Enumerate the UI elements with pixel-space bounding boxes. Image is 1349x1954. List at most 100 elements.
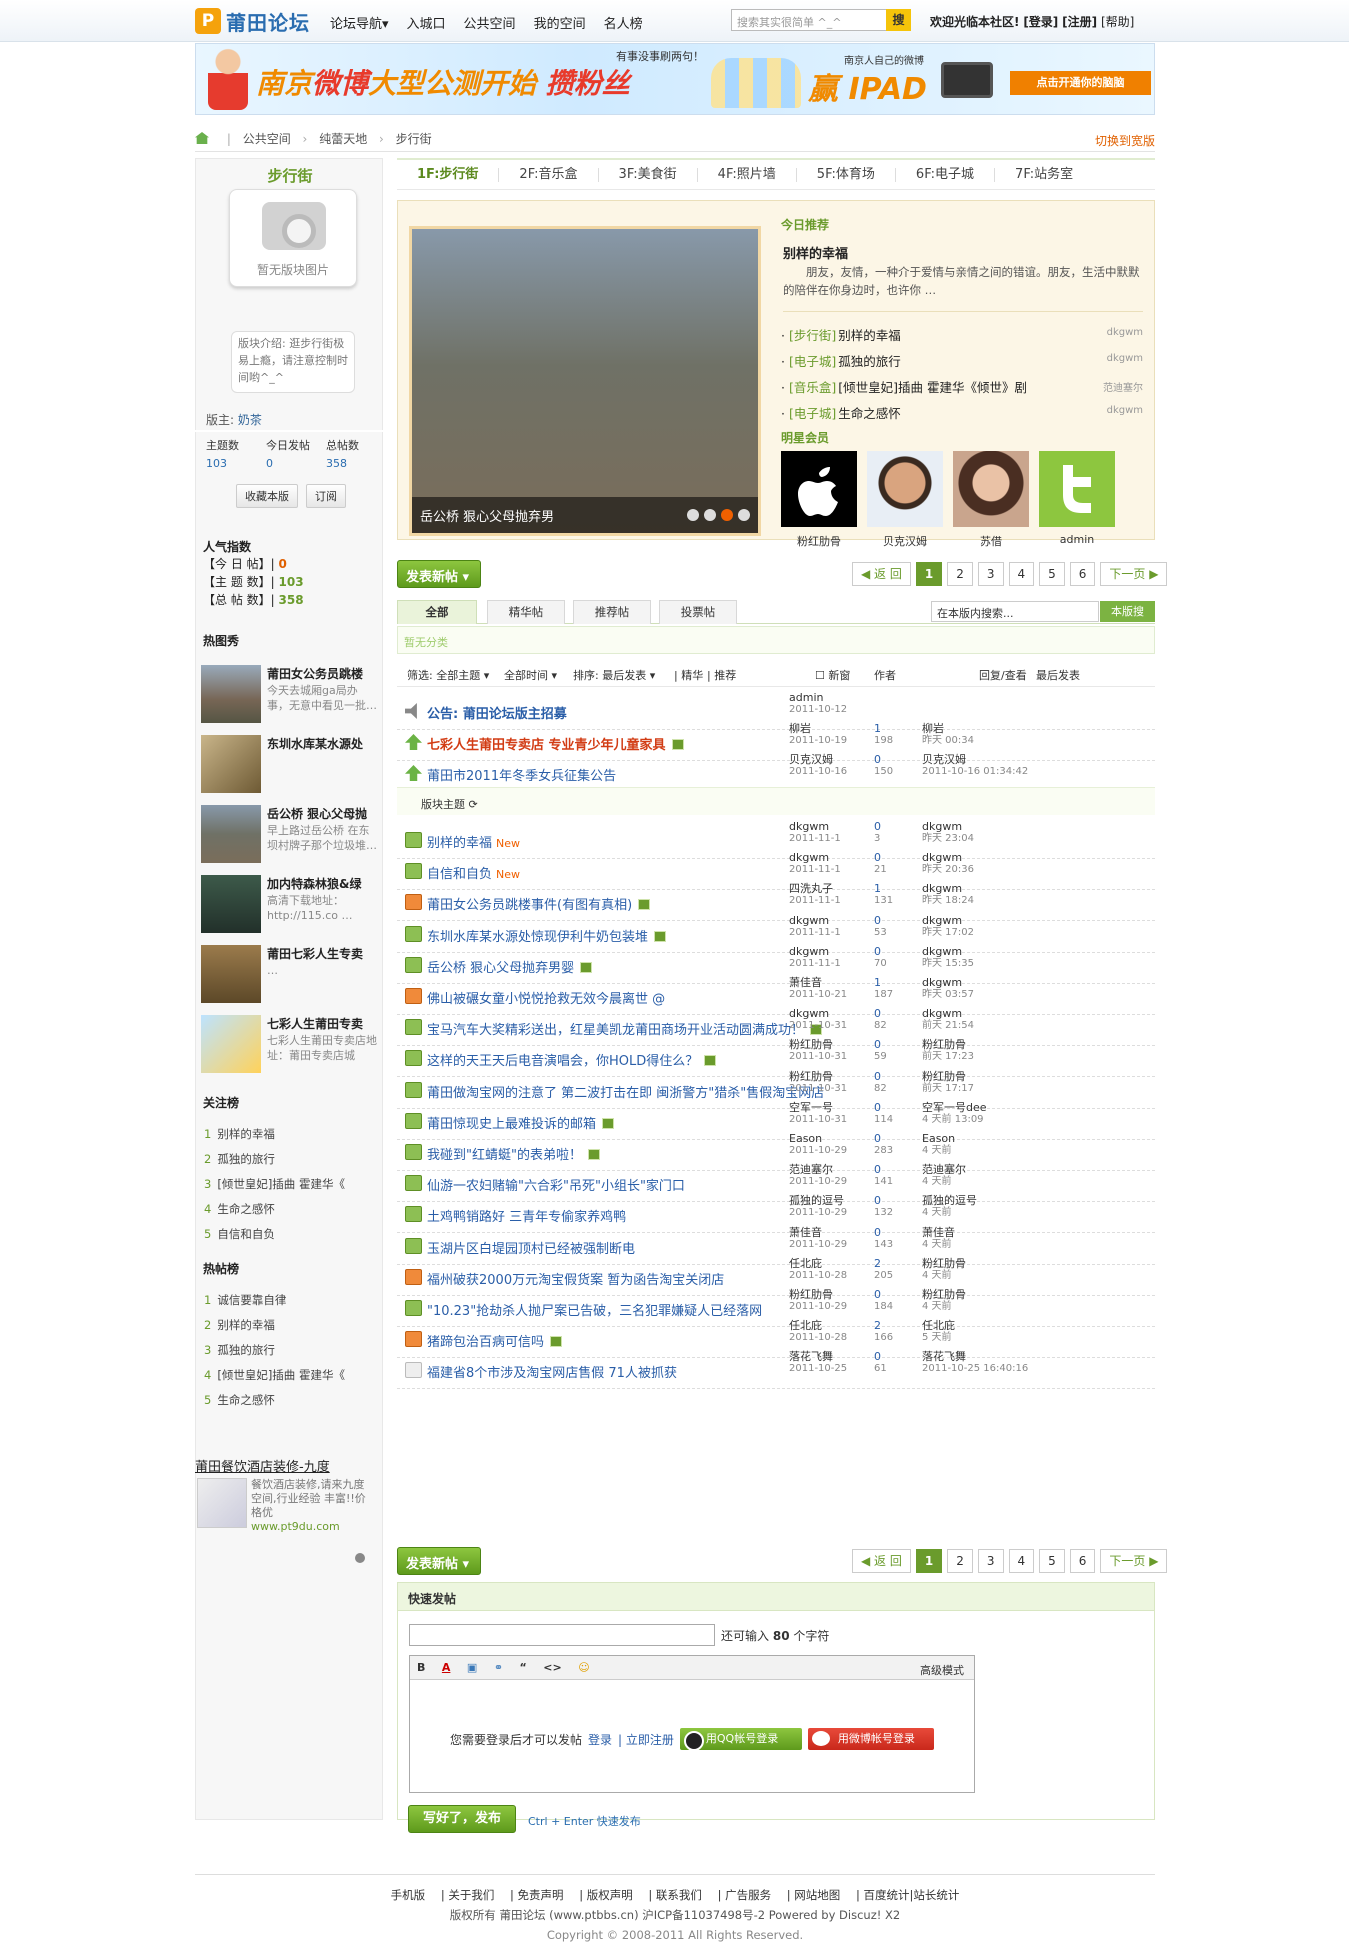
code-icon[interactable]: <> <box>543 1661 561 1674</box>
page-2[interactable]: 2 <box>947 562 973 586</box>
thread-title[interactable]: 我碰到"红蜻蜓"的表弟啦！ <box>427 1144 600 1163</box>
recommend-author[interactable]: dkgwm <box>1107 405 1143 416</box>
login-link[interactable]: 登录 <box>588 1731 612 1748</box>
ad-image[interactable] <box>197 1478 247 1528</box>
thread-author[interactable]: 任北庇 <box>789 1320 847 1332</box>
quote-icon[interactable]: “ <box>520 1661 527 1674</box>
member-avatar[interactable] <box>867 451 943 527</box>
tab-poll[interactable]: 投票帖 <box>659 600 737 624</box>
image-icon[interactable]: ▣ <box>467 1661 477 1674</box>
thread-title-text[interactable]: 猪蹄包治百病可信吗 <box>427 1335 544 1350</box>
star-member-name[interactable]: 苏借 <box>980 535 1002 548</box>
focus-item[interactable]: 3 [倾世皇妃]插曲 霍建华《 <box>204 1172 345 1197</box>
thread-title-text[interactable]: 岳公桥 狠心父母抛弃男婴 <box>427 961 574 976</box>
smiley-icon[interactable]: ☺ <box>578 1661 589 1674</box>
nav-entrance[interactable]: 入城口 <box>407 13 446 32</box>
focus-item[interactable]: 2 孤独的旅行 <box>204 1147 345 1172</box>
nav-my-space[interactable]: 我的空间 <box>534 13 586 32</box>
thread-title[interactable]: "10.23"抢劫杀人抛尸案已告破，三名犯罪嫌疑人已经落网 <box>427 1300 762 1319</box>
page-5[interactable]: 5 <box>1039 562 1065 586</box>
floor-tab-6[interactable]: 6F:电子城 <box>896 167 996 182</box>
hot-pic-title[interactable]: 莆田女公务员跳楼 <box>267 665 379 682</box>
thread-title[interactable]: 佛山被碾女童小悦悦抢救无效今晨离世 @ <box>427 988 665 1007</box>
subscribe-button[interactable]: 订阅 <box>306 484 346 508</box>
hot-thread-item[interactable]: 3 孤独的旅行 <box>204 1338 345 1363</box>
nav-public-space[interactable]: 公共空间 <box>464 13 516 32</box>
site-search-button[interactable]: 搜 <box>886 9 911 31</box>
thread-title[interactable]: 自信和自负 New <box>427 863 520 882</box>
banner-cta-button[interactable]: 点击开通你的脑脑 <box>1010 71 1151 95</box>
slideshow[interactable]: 岳公桥 狠心父母抛弃男 <box>409 226 761 536</box>
star-member[interactable]: 贝克汉姆 <box>867 451 943 549</box>
thread-title[interactable]: 福州破获2000万元淘宝假货案 暂为函告淘宝关闭店 <box>427 1269 724 1288</box>
page-6[interactable]: 6 <box>1069 562 1096 586</box>
moderator-link[interactable]: 奶茶 <box>238 413 262 427</box>
ad-title[interactable]: 莆田餐饮酒店装修-九度 <box>195 1456 383 1475</box>
thread-title[interactable]: 七彩人生莆田专卖店 专业青少年儿童家具 <box>427 734 684 753</box>
recommend-item-title[interactable]: 别样的幸福 <box>838 328 901 343</box>
link-icon[interactable]: ⚭ <box>494 1661 503 1674</box>
filter-topics-dropdown[interactable]: 全部主题 ▾ <box>436 669 489 682</box>
hot-pic-thumbnail[interactable] <box>201 875 261 933</box>
thread-author[interactable]: 贝克汉姆 <box>789 754 847 766</box>
nav-hall-of-fame[interactable]: 名人榜 <box>604 13 643 32</box>
last-poster[interactable]: 粉红肋骨 <box>922 1257 966 1270</box>
thread-title[interactable]: 猪蹄包治百病可信吗 <box>427 1331 563 1350</box>
hot-pic-title[interactable]: 东圳水库某水源处 <box>267 735 379 752</box>
hot-pic-thumbnail[interactable] <box>201 665 261 723</box>
thread-author[interactable]: 空军一号 <box>789 1101 847 1114</box>
hot-pic-title[interactable]: 七彩人生莆田专卖 <box>267 1015 379 1032</box>
last-poster[interactable]: 落花飞舞 <box>922 1351 1028 1363</box>
hot-pic-item[interactable]: 莆田七彩人生专卖 … <box>201 945 379 1005</box>
thread-title-text[interactable]: 佛山被碾女童小悦悦抢救无效今晨离世 @ <box>427 992 665 1007</box>
favorite-forum-button[interactable]: 收藏本版 <box>236 484 298 508</box>
thread-title[interactable]: 莆田做淘宝网的注意了 第二波打击在即 闽浙警方"猎杀"售假淘宝网店 <box>427 1082 824 1101</box>
hot-thread-label[interactable]: 生命之感怀 <box>217 1393 275 1407</box>
next-page-button[interactable]: 下一页 ▶ <box>1100 562 1168 586</box>
floor-tab-2[interactable]: 2F:音乐盒 <box>499 167 599 182</box>
hot-pic-thumbnail[interactable] <box>201 945 261 1003</box>
forum-search-button[interactable]: 本版搜 <box>1100 601 1155 622</box>
footer-link[interactable]: | 关于我们 <box>441 1888 495 1902</box>
focus-item[interactable]: 5 自信和自负 <box>204 1222 345 1247</box>
page-3[interactable]: 3 <box>977 562 1004 586</box>
advanced-mode-link[interactable]: 高级模式 <box>920 1662 964 1678</box>
star-member-name[interactable]: 贝克汉姆 <box>883 535 927 548</box>
hot-pic-title[interactable]: 莆田七彩人生专卖 <box>267 945 379 962</box>
thread-title-text[interactable]: 自信和自负 <box>427 867 492 882</box>
thread-author[interactable]: dkgwm <box>789 852 841 864</box>
footer-link[interactable]: | 百度统计|站长统计 <box>856 1888 959 1902</box>
thread-title[interactable]: 岳公桥 狠心父母抛弃男婴 <box>427 957 593 976</box>
home-icon[interactable] <box>195 132 209 144</box>
recommend-cat[interactable]: [电子城] <box>789 406 836 421</box>
last-poster[interactable]: 孤独的逗号 <box>922 1195 977 1207</box>
thread-title-text[interactable]: 七彩人生莆田专卖店 专业青少年儿童家具 <box>427 738 666 753</box>
slide-dot[interactable] <box>704 509 716 521</box>
focus-item-label[interactable]: 生命之感怀 <box>217 1202 275 1216</box>
breadcrumb-item[interactable]: 公共空间 <box>243 132 291 146</box>
last-poster[interactable]: 空军一号dee <box>922 1101 987 1114</box>
slide-dot-active[interactable] <box>721 509 733 521</box>
last-poster[interactable]: dkgwm <box>922 977 974 989</box>
recommend-item-title[interactable]: 生命之感怀 <box>838 406 901 421</box>
forum-search-input[interactable]: 在本版内搜索... <box>931 601 1099 622</box>
hot-pic-item[interactable]: 加内特森林狼&绿 高清下载地址：http://115.co … <box>201 875 379 935</box>
member-avatar[interactable] <box>1039 451 1115 527</box>
back-button[interactable]: ◀ 返 回 <box>852 1549 911 1573</box>
thread-title[interactable]: 东圳水库某水源处惊现伊利牛奶包装堆 <box>427 926 667 945</box>
footer-link[interactable]: | 联系我们 <box>648 1888 702 1902</box>
sort-dropdown[interactable]: 排序: 最后发表 ▾ <box>573 667 655 683</box>
switch-wide-link[interactable]: 切换到宽版 <box>1095 132 1155 149</box>
sidebar-ad[interactable]: 莆田餐饮酒店装修-九度 餐饮酒店装修,请来九度空间,行业经验 丰富!!价格优 ww… <box>195 1456 383 1533</box>
recommend-author[interactable]: dkgwm <box>1107 327 1143 338</box>
tab-recommended[interactable]: 推荐帖 <box>573 600 651 624</box>
page-4[interactable]: 4 <box>1008 562 1035 586</box>
thread-title[interactable]: 这样的天王天后电音演唱会，你HOLD得住么？ <box>427 1050 717 1069</box>
next-page-button[interactable]: 下一页 ▶ <box>1100 1549 1168 1573</box>
hot-thread-item[interactable]: 1 诚信要靠自律 <box>204 1288 345 1313</box>
tab-digest[interactable]: 精华帖 <box>487 600 565 624</box>
last-poster[interactable]: 粉红肋骨 <box>922 1070 974 1083</box>
thread-author[interactable]: 四洗丸子 <box>789 883 841 895</box>
recommend-cat[interactable]: [步行街] <box>789 328 836 343</box>
hot-thread-label[interactable]: 别样的幸福 <box>217 1318 275 1332</box>
